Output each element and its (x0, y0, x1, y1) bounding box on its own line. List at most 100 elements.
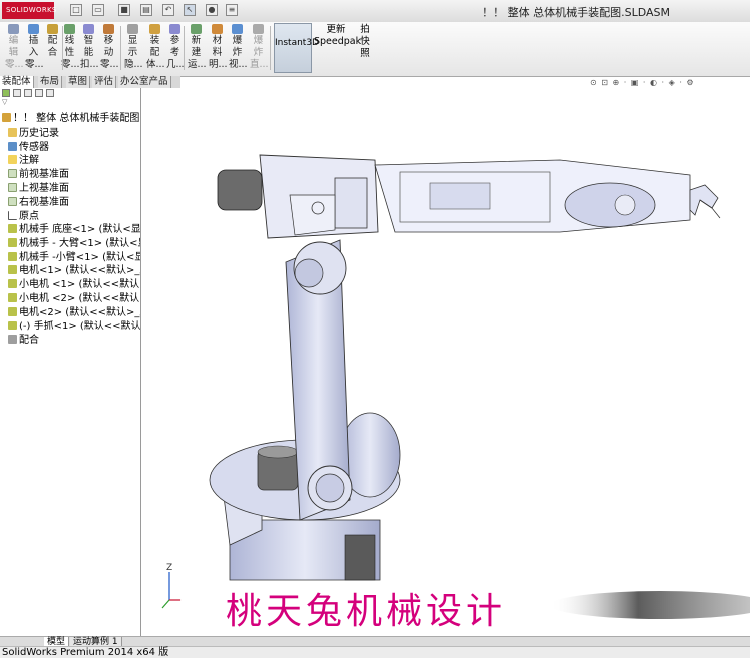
history-icon (8, 128, 17, 137)
tree-item-label: 原点 (19, 211, 39, 222)
ribbon-button-13[interactable]: 爆炸直... (250, 24, 269, 72)
tree-item[interactable]: 机械手 - 大臂<1> (默认<显示... (0, 237, 140, 250)
tree-item[interactable]: 电机<1> (默认<<默认>_显示... (0, 264, 140, 277)
part-icon (8, 265, 17, 274)
ribbon-button-2[interactable]: 插入零... (25, 24, 44, 72)
ribbon-button-label: 线性零... (61, 35, 80, 70)
tree-item[interactable]: 上视基准面 (0, 182, 140, 195)
ribbon-button-3[interactable]: 配合 (44, 24, 61, 72)
tree-item-label: 配合 (19, 335, 39, 346)
graphics-viewport[interactable]: Z (141, 88, 750, 636)
feature-manager-tab-icon[interactable] (2, 89, 10, 97)
robot-arm-model[interactable]: Z (141, 88, 750, 636)
mate-icon (8, 335, 17, 344)
display-manager-tab-icon[interactable] (46, 89, 54, 97)
heads-up-view-toolbar[interactable]: ⊙ ⊡ ⊕ · ▣ · ◐ · ◈ · ⚙ (590, 78, 695, 87)
ribbon-button-4[interactable]: 线性零... (61, 24, 80, 72)
tree-item[interactable]: 机械手 -小臂<1> (默认<显示... (0, 251, 140, 264)
ribbon-button-icon (232, 24, 243, 34)
tree-root-assembly[interactable]: ！！ 整体 总体机械手装配图（默认... (0, 112, 140, 125)
tree-item[interactable]: 配合 (0, 334, 140, 347)
tab-5[interactable]: 办公室产品 (118, 76, 171, 88)
select-cursor-icon[interactable]: ↖ (184, 4, 196, 16)
plane-icon (8, 197, 17, 206)
tree-item[interactable]: 小电机 <1> (默认<<默认>_显... (0, 278, 140, 291)
tree-item-label: 前视基准面 (19, 169, 69, 180)
ribbon-button-icon (253, 24, 264, 34)
new-document-icon[interactable]: □ (70, 4, 82, 16)
part-icon (8, 238, 17, 247)
tree-item[interactable]: (-) 手抓<1> (默认<<默认>_显... (0, 320, 140, 333)
ribbon-button-label: 新建运... (188, 35, 207, 70)
title-bar: SOLIDWORKS □ ▭ ■ ▤ ↶ ↖ ● ≡ ！！ 整体 总体机械手装配… (0, 0, 750, 23)
tree-item[interactable]: 电机<2> (默认<<默认>_显示... (0, 306, 140, 319)
ribbon-separator (120, 26, 121, 70)
ribbon-button-label: 爆炸直... (250, 35, 269, 70)
solidworks-logo: SOLIDWORKS (2, 2, 56, 19)
ribbon-button-1[interactable]: 编辑零... (5, 24, 24, 72)
plane-icon (8, 169, 17, 178)
update-speedpak-button[interactable]: 更新 Speedpak (314, 24, 361, 72)
ribbon-button-8[interactable]: 装配体... (146, 24, 165, 72)
tree-item-label: 机械手 底座<1> (默认<显示状... (19, 224, 140, 235)
assembly-icon (2, 113, 11, 122)
rebuild-icon[interactable]: ● (206, 4, 218, 16)
tab-4[interactable]: 评估 (92, 76, 117, 88)
tree-item[interactable]: 小电机 <2> (默认<<默认>_显... (0, 292, 140, 305)
tree-item-label: ！！ 整体 总体机械手装配图（默认... (13, 113, 140, 124)
save-icon[interactable]: ■ (118, 4, 130, 16)
feature-manager-pane: ▽ ！！ 整体 总体机械手装配图（默认... 历史记录传感器注解前视基准面上视基准… (0, 88, 141, 636)
ribbon-button-12[interactable]: 爆炸视... (229, 24, 248, 72)
ribbon-button-6[interactable]: 移动零... (100, 24, 119, 72)
origin-icon (8, 211, 17, 220)
part-icon (8, 321, 17, 330)
tree-item[interactable]: 历史记录 (0, 127, 140, 140)
part-icon (8, 279, 17, 288)
tree-item-label: 历史记录 (19, 128, 59, 139)
tree-item[interactable]: 右视基准面 (0, 196, 140, 209)
options-icon[interactable]: ≡ (226, 4, 238, 16)
open-document-icon[interactable]: ▭ (92, 4, 104, 16)
ribbon-button-label: 移动零... (100, 35, 119, 70)
ribbon-button-7[interactable]: 显示隐... (124, 24, 143, 72)
watermark-text: 桃天兔机械设计 (180, 588, 552, 636)
part-icon (8, 252, 17, 261)
tree-item-label: 右视基准面 (19, 197, 69, 208)
ribbon-button-11[interactable]: 材料明... (209, 24, 228, 72)
undo-icon[interactable]: ↶ (162, 4, 174, 16)
configuration-manager-tab-icon[interactable] (24, 89, 32, 97)
ribbon-button-label: 爆炸视... (229, 35, 248, 70)
filter-icon[interactable]: ▽ (2, 98, 14, 106)
tree-item-label: 注解 (19, 155, 39, 166)
ribbon-button-icon (169, 24, 180, 34)
ribbon-button-icon (103, 24, 114, 34)
property-manager-tab-icon[interactable] (13, 89, 21, 97)
ribbon-button-label: 配合 (47, 35, 58, 58)
ribbon-button-9[interactable]: 参考几... (166, 24, 185, 72)
annotation-icon (8, 155, 17, 164)
ribbon-button-icon (127, 24, 138, 34)
tree-item-label: 电机<1> (默认<<默认>_显示... (19, 265, 140, 276)
tree-item[interactable]: 前视基准面 (0, 168, 140, 181)
tree-item[interactable]: 机械手 底座<1> (默认<显示状... (0, 223, 140, 236)
snapshot-button[interactable]: 拍快照 (358, 24, 372, 72)
ribbon-button-10[interactable]: 新建运... (188, 24, 207, 72)
tab-1[interactable]: 装配体 (0, 76, 34, 88)
dimxpert-tab-icon[interactable] (35, 89, 43, 97)
tab-2[interactable]: 布局 (38, 76, 63, 88)
tree-item-label: 小电机 <1> (默认<<默认>_显... (19, 279, 140, 290)
tree-item[interactable]: 原点 (0, 210, 140, 223)
tree-item-label: 机械手 - 大臂<1> (默认<显示... (19, 238, 140, 249)
ribbon-button-icon (47, 24, 58, 34)
instant3d-button[interactable]: Instant3D (274, 23, 319, 73)
print-icon[interactable]: ▤ (140, 4, 152, 16)
tree-item[interactable]: 传感器 (0, 141, 140, 154)
ribbon-button-icon (212, 24, 223, 34)
plane-icon (8, 183, 17, 192)
ribbon-button-5[interactable]: 智能扣... (80, 24, 99, 72)
ribbon-button-icon (83, 24, 94, 34)
tab-3[interactable]: 草图 (66, 76, 91, 88)
ribbon-button-icon (8, 24, 19, 34)
tree-item[interactable]: 注解 (0, 154, 140, 167)
ribbon-button-label: 编辑零... (5, 35, 24, 70)
